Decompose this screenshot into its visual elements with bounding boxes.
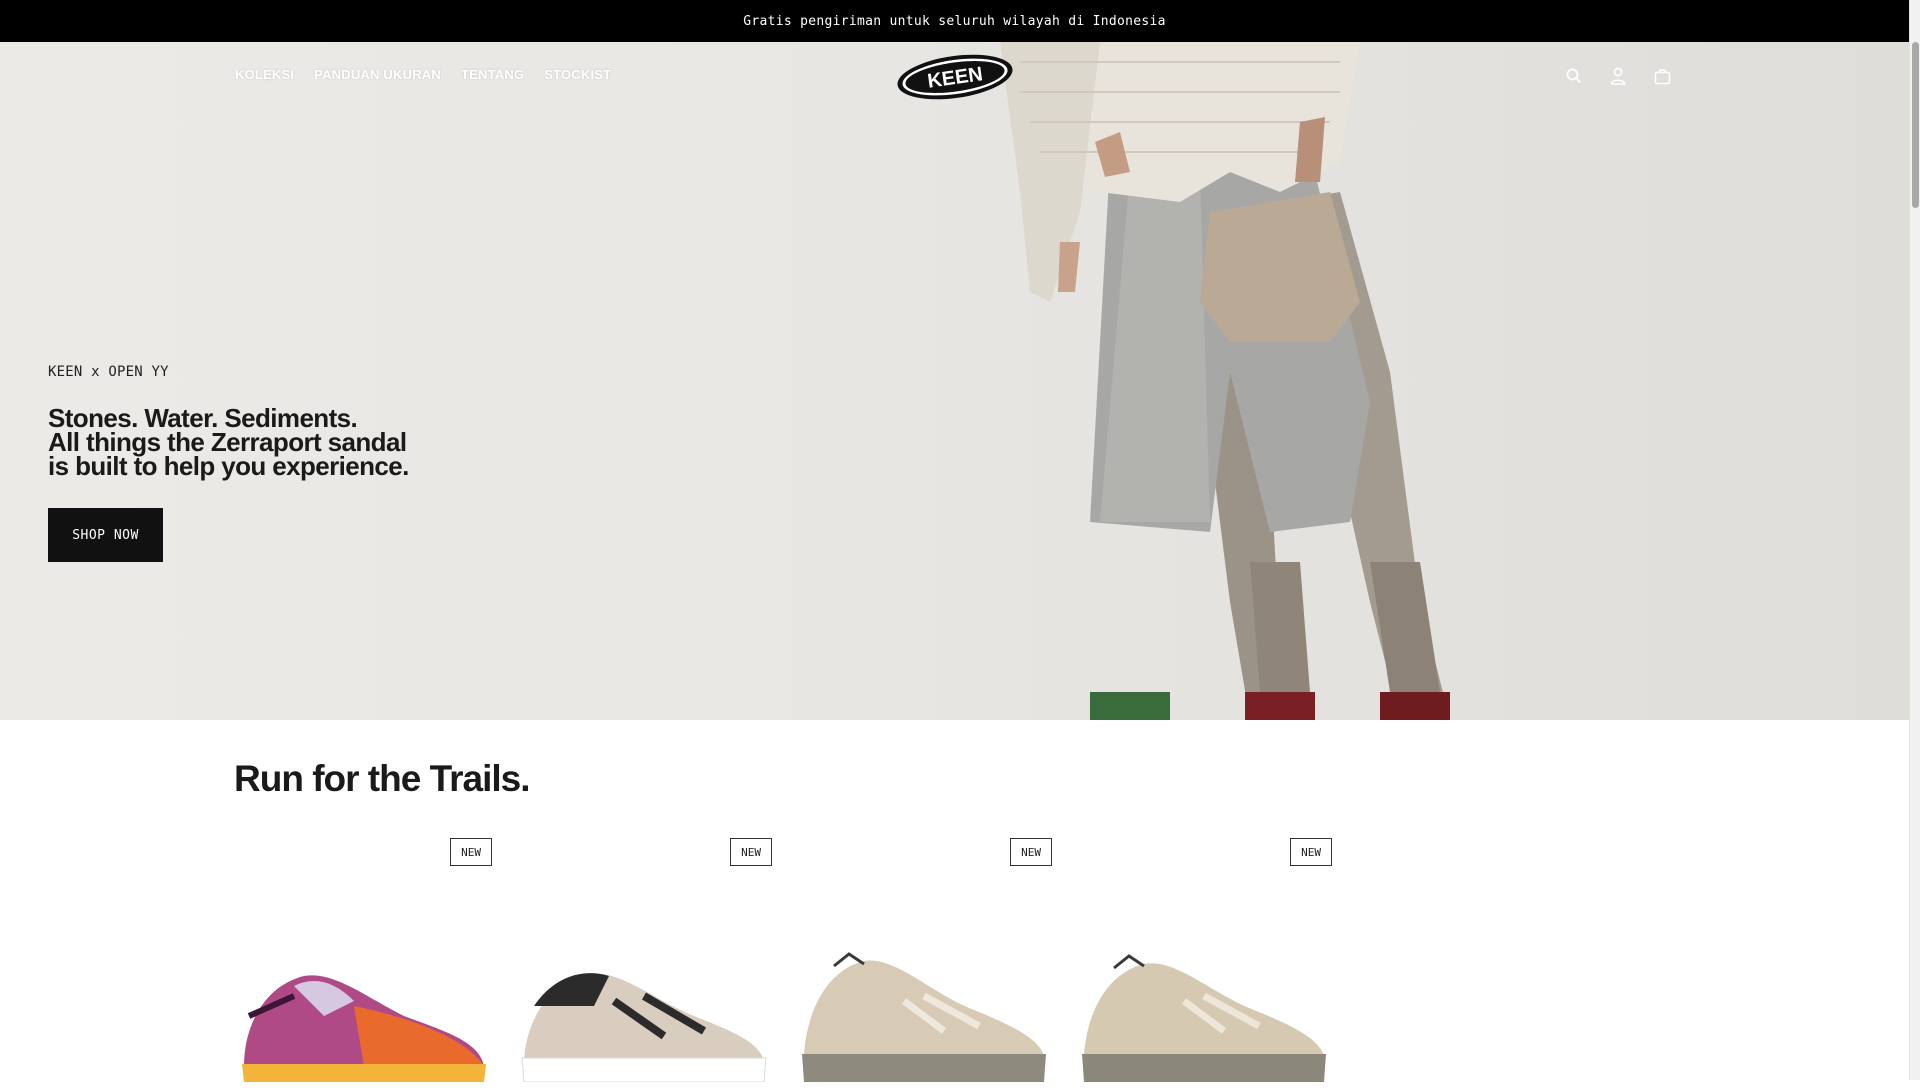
product-grid: NEW NEW NEW NEW [234, 838, 1332, 1088]
nav-link-koleksi[interactable]: KOLEKSI [235, 67, 294, 82]
hero-headline-line: is built to help you experience. [48, 451, 409, 481]
hero-eyebrow: KEEN x OPEN YY [48, 364, 169, 380]
announcement-text: Gratis pengiriman untuk seluruh wilayah … [743, 13, 1166, 29]
new-badge: NEW [1290, 838, 1332, 866]
product-image [1082, 954, 1326, 1082]
product-card[interactable]: NEW [794, 838, 1052, 1088]
nav-link-tentang[interactable]: TENTANG [461, 67, 524, 82]
hero-banner[interactable]: KEEN x OPEN YY Stones. Water. Sediments.… [0, 42, 1909, 720]
hero-headline: Stones. Water. Sediments. All things the… [48, 405, 428, 481]
section-title: Run for the Trails. [234, 758, 531, 799]
hero-text-block: KEEN x OPEN YY Stones. Water. Sediments.… [48, 364, 428, 562]
product-card[interactable]: NEW [514, 838, 772, 1088]
nav-links: KOLEKSI PANDUAN UKURAN TENTANG STOCKIST [235, 67, 611, 82]
product-card[interactable]: NEW [234, 838, 492, 1088]
nav-icons [1563, 65, 1673, 87]
product-image [242, 975, 486, 1082]
keen-logo[interactable]: KEEN [894, 52, 1016, 102]
nav-link-panduan-ukuran[interactable]: PANDUAN UKURAN [314, 67, 441, 82]
scrollbar-thumb[interactable] [1912, 42, 1919, 208]
page-scrollbar[interactable] [1909, 0, 1920, 1080]
nav-link-stockist[interactable]: STOCKIST [544, 67, 611, 82]
product-image [521, 973, 767, 1082]
new-badge: NEW [730, 838, 772, 866]
product-image [802, 952, 1046, 1082]
hero-image [1000, 42, 1450, 720]
cart-icon[interactable] [1651, 65, 1673, 87]
shop-now-button[interactable]: SHOP NOW [48, 508, 163, 562]
announcement-bar: Gratis pengiriman untuk seluruh wilayah … [0, 0, 1909, 42]
new-badge: NEW [1010, 838, 1052, 866]
account-icon[interactable] [1607, 65, 1629, 87]
product-card[interactable]: NEW [1074, 838, 1332, 1088]
search-icon[interactable] [1563, 65, 1585, 87]
new-badge: NEW [450, 838, 492, 866]
main-nav: KOLEKSI PANDUAN UKURAN TENTANG STOCKIST … [0, 42, 1909, 112]
